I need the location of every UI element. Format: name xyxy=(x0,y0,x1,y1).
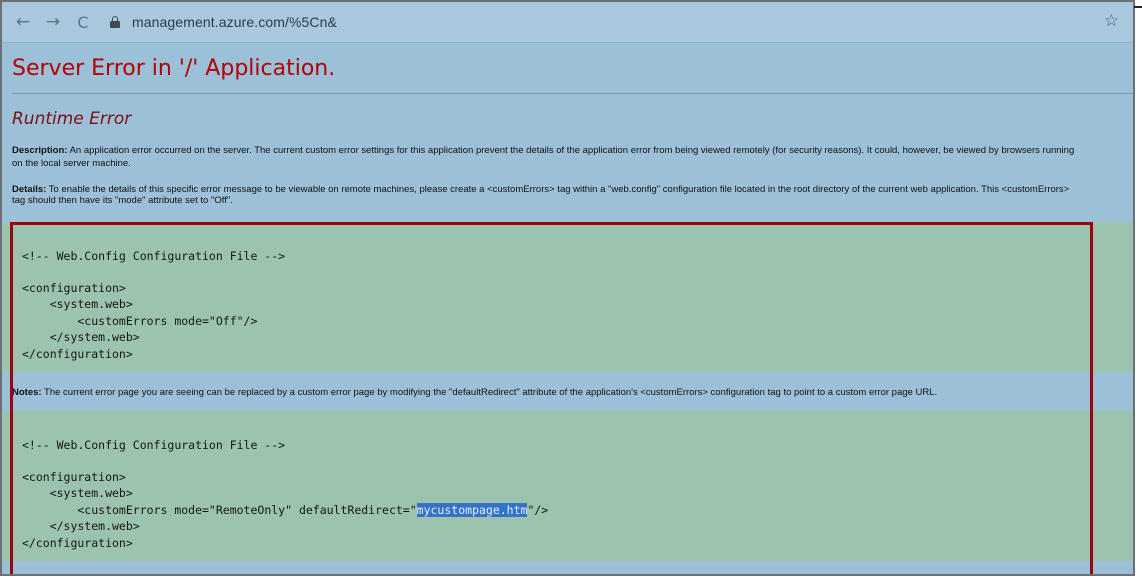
description-text-line-1: An application error occurred on the ser… xyxy=(69,145,1075,156)
browser-toolbar: ← → C management.azure.com/%5Cn& ☆ xyxy=(2,2,1133,43)
code-line: <system.web> xyxy=(22,486,133,500)
details-text-line-1: To enable the details of this specific e… xyxy=(48,184,1070,195)
code-block-config-off: <!-- Web.Config Configuration File --> <… xyxy=(2,222,1133,372)
description-line-2: on the local server machine. xyxy=(12,158,131,169)
description-line-1: Description: An application error occurr… xyxy=(12,145,1133,156)
code-text: <customErrors mode="RemoteOnly" defaultR… xyxy=(22,503,417,517)
reload-icon[interactable]: C xyxy=(72,11,94,33)
code-line: </configuration> xyxy=(22,536,133,550)
notes-label: Notes: xyxy=(12,387,42,398)
page-subtitle: Runtime Error xyxy=(12,109,132,129)
details-label: Details: xyxy=(12,184,47,195)
code-line: <system.web> xyxy=(22,297,133,311)
code-line: <customErrors mode="RemoteOnly" defaultR… xyxy=(22,503,548,517)
code-block-config-remoteonly: <!-- Web.Config Configuration File --> <… xyxy=(2,411,1133,561)
description-label: Description: xyxy=(12,145,68,156)
notes-paragraph: Notes: The current error page you are se… xyxy=(12,387,1133,398)
page-title: Server Error in '/' Application. xyxy=(12,56,336,81)
browser-window: ← → C management.azure.com/%5Cn& ☆ Serve… xyxy=(0,0,1135,576)
address-bar[interactable]: management.azure.com/%5Cn& xyxy=(132,14,337,30)
code-line: </system.web> xyxy=(22,519,140,533)
star-icon[interactable]: ☆ xyxy=(1104,11,1119,31)
code-text: "/> xyxy=(527,503,549,517)
selected-text-highlight[interactable]: mycustompage.htm xyxy=(416,503,528,517)
notes-text: The current error page you are seeing ca… xyxy=(44,387,938,398)
page-content: Server Error in '/' Application. Runtime… xyxy=(2,43,1133,574)
title-divider xyxy=(12,93,1133,94)
code-line: <!-- Web.Config Configuration File --> xyxy=(22,438,286,452)
details-paragraph: Details: To enable the details of this s… xyxy=(12,184,1133,206)
code-line: <!-- Web.Config Configuration File --> xyxy=(22,249,286,263)
code-line: </system.web> xyxy=(22,330,140,344)
code-line: <customErrors mode="Off"/> xyxy=(22,314,258,328)
forward-arrow-icon[interactable]: → xyxy=(42,11,64,33)
code-line: </configuration> xyxy=(22,347,133,361)
lock-icon[interactable] xyxy=(110,16,120,28)
details-text-line-2: tag should then have its "mode" attribut… xyxy=(12,195,233,206)
code-line: <configuration> xyxy=(22,470,126,484)
code-line: <configuration> xyxy=(22,281,126,295)
edge-divider xyxy=(1134,6,1142,8)
back-arrow-icon[interactable]: ← xyxy=(12,11,34,33)
